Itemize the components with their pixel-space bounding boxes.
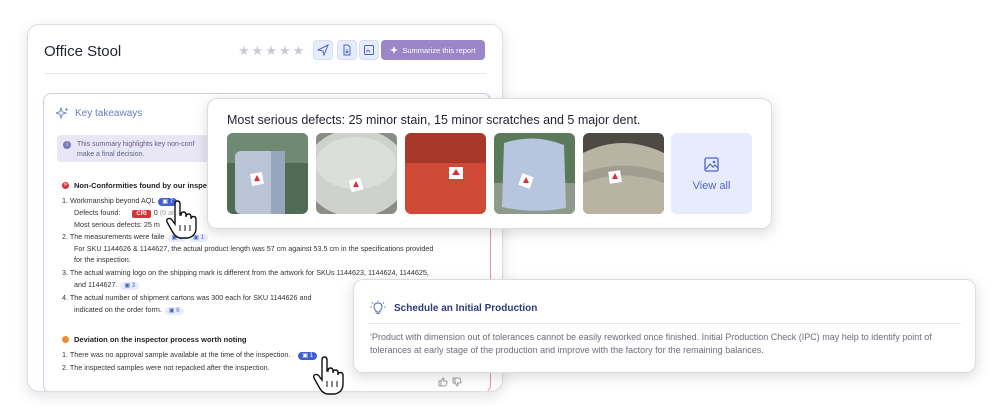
critical-icon: ✕ <box>62 182 69 189</box>
sparkle-icon <box>390 46 399 54</box>
defect-photo-1[interactable] <box>227 133 308 214</box>
star-icon[interactable]: ★ <box>238 44 250 57</box>
list-item-detail: For SKU 1144626 & 1144627, the actual pr… <box>74 244 434 253</box>
defect-photo-4[interactable] <box>494 133 575 214</box>
schedule-header: Schedule an Initial Production <box>370 300 537 316</box>
deviation-heading: Deviation on the inspector process worth… <box>62 335 247 344</box>
serious-defects-popover: Most serious defects: 25 minor stain, 15… <box>207 98 772 229</box>
serious-defects-row: Most serious defects: 25 m1, <box>74 220 178 229</box>
key-takeaways-label: Key takeaways <box>75 108 143 119</box>
nonconformities-heading: ✕ Non-Conformities found by our inspec <box>62 181 212 190</box>
image-gallery-icon <box>703 156 719 172</box>
list-item: 1. Workmanship beyond AQL ▣ 7 <box>62 196 178 206</box>
send-icon <box>317 44 329 56</box>
divider <box>44 73 486 74</box>
list-item: 2. The inspected samples were not repack… <box>62 363 270 372</box>
thumbs-up-icon[interactable] <box>438 377 448 387</box>
feedback-buttons <box>438 377 462 387</box>
image-edit-icon <box>364 45 374 55</box>
pointer-hand-cursor-icon <box>313 356 344 395</box>
key-takeaways-header: Key takeaways <box>56 107 142 120</box>
share-report-button[interactable] <box>359 40 379 60</box>
info-text-1: This summary highlights key non-conf <box>77 141 195 148</box>
list-item-detail: for the inspection. <box>74 255 131 264</box>
info-text-2: make a final decision. <box>77 150 145 158</box>
schedule-description: ‘Product with dimension out of tolerance… <box>370 332 932 355</box>
summarize-label: Summarize this report <box>402 45 476 55</box>
send-button[interactable] <box>313 40 333 60</box>
photo-reference-badge[interactable]: ▣ 3 <box>120 282 140 290</box>
defect-photo-5[interactable] <box>583 133 664 214</box>
photo-reference-badge[interactable]: ▣ 6 <box>164 307 184 315</box>
list-item-detail: and 1144627. ▣ 3 <box>74 280 140 290</box>
schedule-title[interactable]: Schedule an Initial Production <box>394 303 537 314</box>
view-all-photos-button[interactable]: View all <box>671 133 752 214</box>
list-item-detail: indicated on the order form. ▣ 6 <box>74 305 184 315</box>
pointer-hand-cursor-icon <box>166 200 197 239</box>
schedule-initial-production-popover: Schedule an Initial Production ‘Product … <box>353 279 976 373</box>
sparkle-icon <box>56 107 69 120</box>
lightbulb-icon <box>370 300 386 314</box>
critical-badge: CRI <box>132 210 151 218</box>
stage: Office Stool ★ ★ ★ ★ ★ Summarize this re… <box>0 0 1000 417</box>
star-icon[interactable]: ★ <box>265 44 277 57</box>
view-all-label: View all <box>692 179 731 192</box>
report-title: Office Stool <box>44 43 122 60</box>
warning-icon <box>62 336 69 343</box>
list-item: 1. There was no approval sample availabl… <box>62 350 318 360</box>
star-icon[interactable]: ★ <box>279 44 291 57</box>
summary-info-box: i This summary highlights key non-conf m… <box>57 135 227 162</box>
defects-found-row: Defects found: CRI 0 (0 al <box>74 208 174 218</box>
document-download-icon <box>343 44 351 56</box>
serious-defects-title: Most serious defects: 25 minor stain, 15… <box>227 113 641 127</box>
defect-photo-3[interactable] <box>405 133 486 214</box>
thumbs-down-icon[interactable] <box>452 377 462 387</box>
info-icon: i <box>63 141 71 149</box>
download-report-button[interactable] <box>337 40 357 60</box>
star-icon[interactable]: ★ <box>252 44 264 57</box>
star-icon[interactable]: ★ <box>293 44 305 57</box>
list-item: 4. The actual number of shipment cartons… <box>62 293 312 302</box>
rating-stars[interactable]: ★ ★ ★ ★ ★ <box>238 44 304 57</box>
list-item: 3. The actual warning logo on the shippi… <box>62 268 429 277</box>
summarize-report-button[interactable]: Summarize this report <box>381 40 485 60</box>
divider <box>368 323 961 324</box>
defect-photo-2[interactable] <box>316 133 397 214</box>
